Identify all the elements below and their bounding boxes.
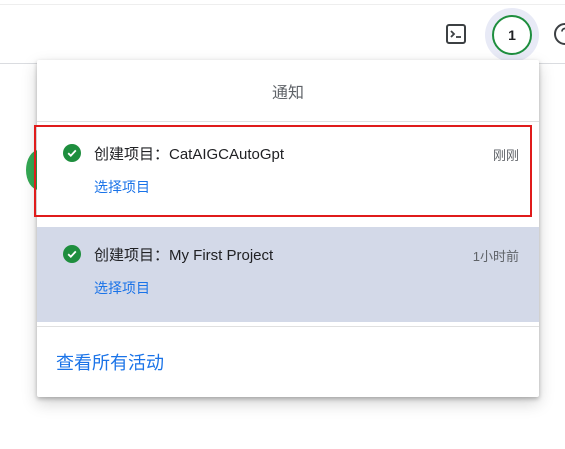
notification-count-badge[interactable]: 1 [492,15,532,55]
notification-time: 刚刚 [492,148,519,163]
top-bar: 1 [0,0,565,64]
check-circle-icon [63,144,81,162]
notification-message: 创建项目：My First Project [94,247,274,264]
check-circle-icon [63,245,81,263]
notification-item[interactable]: 创建项目：CatAIGCAutoGpt 刚刚 选择项目 [34,125,539,222]
view-all-activity-link[interactable]: 查看所有活动 [56,349,164,375]
notifications-panel: 通知 创建项目：CatAIGCAutoGpt 刚刚 选择项目 创建项目：My F… [34,60,539,397]
notifications-title: 通知 [37,60,539,122]
panel-divider [37,326,539,327]
help-icon[interactable] [551,20,565,48]
notification-item[interactable]: 创建项目：My First Project 1小时前 选择项目 [37,227,539,322]
notification-message: 创建项目：CatAIGCAutoGpt [94,146,285,163]
top-divider [0,4,565,5]
notification-time: 1小时前 [472,249,519,264]
terminal-icon[interactable] [442,20,470,48]
select-project-link[interactable]: 选择项目 [94,177,150,197]
highlight-box [34,125,532,217]
select-project-link[interactable]: 选择项目 [94,278,150,298]
